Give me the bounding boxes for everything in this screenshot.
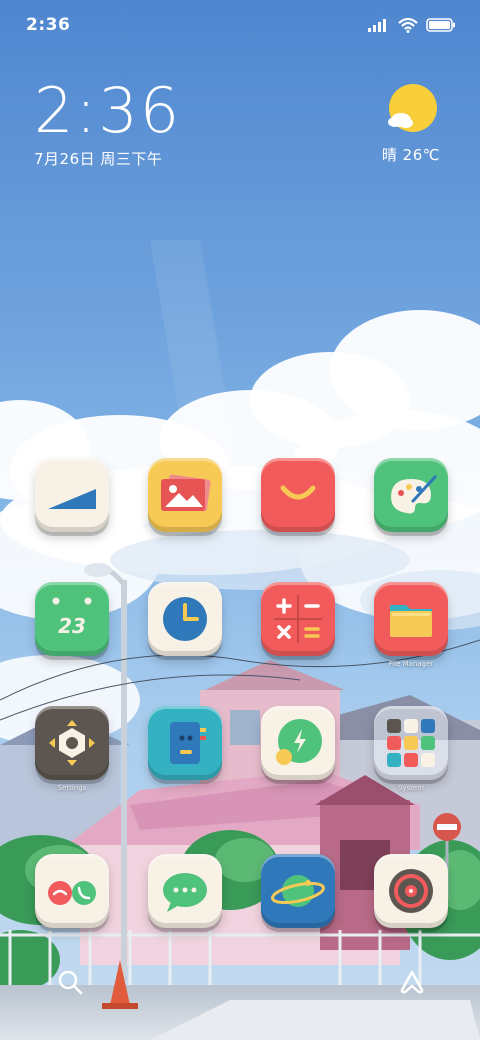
weather-widget[interactable]: 晴 26℃ <box>376 82 446 165</box>
calendar-day: 23 <box>58 614 86 638</box>
message-icon <box>163 873 207 912</box>
app-notes[interactable] <box>145 706 225 806</box>
app-themes[interactable] <box>371 458 451 558</box>
clock-time: 2:36 <box>34 74 182 147</box>
search-icon <box>58 970 83 995</box>
clock-widget[interactable]: 2:36 7月26日 周三下午 <box>34 78 181 169</box>
app-browser[interactable] <box>258 854 338 954</box>
clock-icon <box>163 597 207 641</box>
assistant-button[interactable] <box>398 968 426 1000</box>
vinyl-icon <box>389 869 433 913</box>
app-calculator-tile[interactable] <box>261 582 335 656</box>
gallery-icon <box>161 474 211 512</box>
planet-icon <box>271 875 325 907</box>
clock-date: 7月26日 周三下午 <box>34 150 163 168</box>
app-calendar-tile[interactable]: 23 <box>35 582 109 656</box>
app-phone-tile[interactable] <box>35 854 109 928</box>
signal-strength-icon <box>48 489 96 509</box>
palette-icon <box>391 475 437 514</box>
battery-icon <box>426 18 455 32</box>
app-label: File Manager <box>388 660 434 668</box>
app-mi-store-tile[interactable] <box>261 458 335 532</box>
app-gallery[interactable] <box>145 458 225 558</box>
weather-text: 晴 26℃ <box>381 146 441 164</box>
app-browser-tile[interactable] <box>261 854 335 928</box>
app-system-tile[interactable] <box>374 706 448 780</box>
app-music[interactable] <box>371 854 451 954</box>
sunny-cloud-icon <box>383 82 439 138</box>
app-phone[interactable] <box>32 854 112 954</box>
signal-icon <box>368 19 386 32</box>
status-bar: 2:36 <box>0 0 480 50</box>
app-clock-tile[interactable] <box>148 582 222 656</box>
wifi-icon <box>398 17 418 33</box>
app-calendar[interactable]: 23 <box>32 582 112 682</box>
app-security-tile[interactable] <box>261 706 335 780</box>
notebook-icon <box>170 722 206 764</box>
app-system-folder[interactable]: System <box>371 706 451 806</box>
status-icons <box>368 17 456 33</box>
app-settings[interactable]: Settings <box>32 706 112 806</box>
phone-icon <box>48 881 96 905</box>
app-gallery-tile[interactable] <box>148 458 222 532</box>
store-smile-icon <box>280 485 316 500</box>
status-time: 2:36 <box>26 15 71 35</box>
calendar-icon: 23 <box>52 597 92 638</box>
app-label: Settings <box>57 784 87 792</box>
app-signal[interactable] <box>32 458 112 558</box>
app-security[interactable] <box>258 706 338 806</box>
app-messages-tile[interactable] <box>148 854 222 928</box>
app-file-manager-tile[interactable] <box>374 582 448 656</box>
folder-icon <box>390 605 432 637</box>
app-music-tile[interactable] <box>374 854 448 928</box>
app-grid: 23 File Manager Settings System <box>0 454 480 934</box>
app-file-manager[interactable]: File Manager <box>371 582 451 682</box>
app-signal-tile[interactable] <box>35 458 109 532</box>
app-mi-store[interactable] <box>258 458 338 558</box>
app-messages[interactable] <box>145 854 225 954</box>
gear-hex-icon <box>49 720 95 766</box>
app-settings-tile[interactable] <box>35 706 109 780</box>
app-label: System <box>397 784 425 792</box>
app-themes-tile[interactable] <box>374 458 448 532</box>
app-clock[interactable] <box>145 582 225 682</box>
folder-grid-icon <box>387 719 435 767</box>
app-calculator[interactable] <box>258 582 338 682</box>
assistant-icon <box>400 970 424 994</box>
security-bolt-icon <box>276 719 322 765</box>
search-button[interactable] <box>56 968 84 1000</box>
app-notes-tile[interactable] <box>148 706 222 780</box>
calculator-icon <box>274 595 322 643</box>
